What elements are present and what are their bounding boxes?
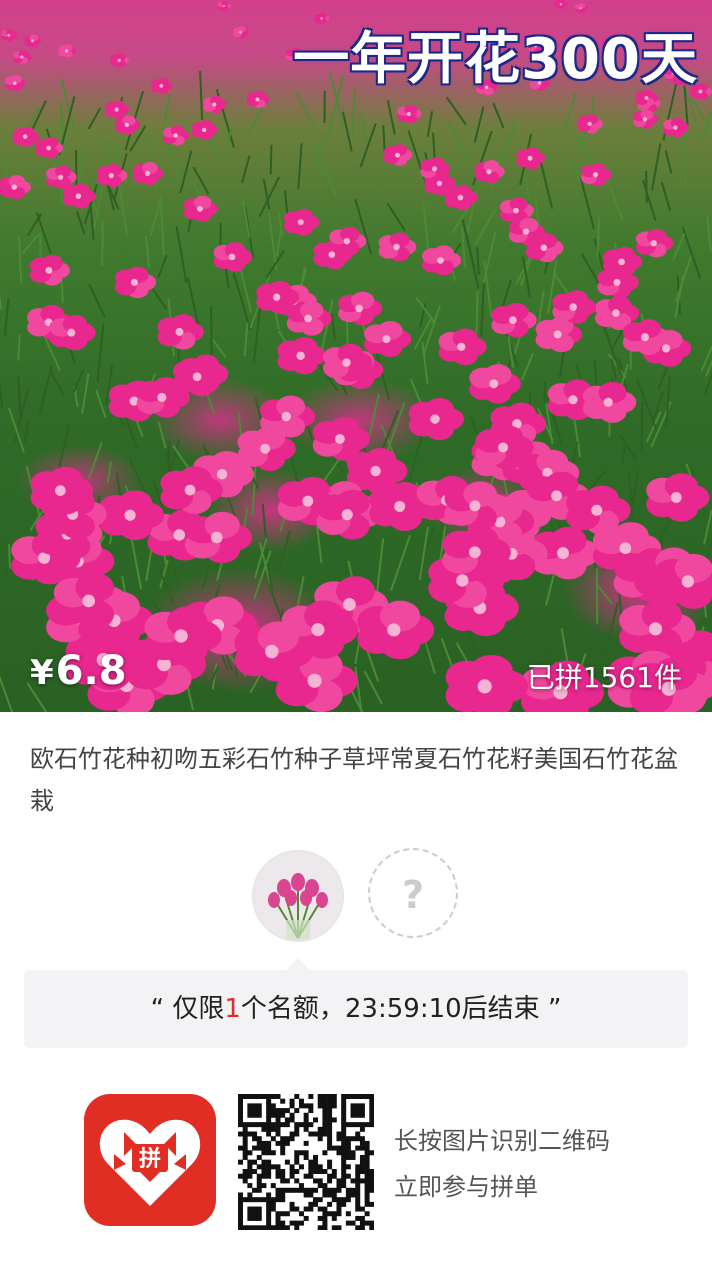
flower-field-image (0, 0, 712, 712)
price-label: ¥6.8 (30, 648, 127, 694)
sold-count: 已拼1561件 (526, 661, 682, 694)
qr-line-1: 长按图片识别二维码 (394, 1127, 610, 1155)
product-image: 一年开花300天 ¥6.8 已拼1561件 (0, 0, 712, 712)
qr-line-2: 立即参与拼单 (394, 1173, 538, 1201)
banner-title: 一年开花300天 (293, 27, 698, 92)
qr-code[interactable] (238, 1094, 375, 1231)
quota-notice: “ 仅限1个名额，23:59:10后结束 ” (24, 970, 688, 1048)
quota-count: 1 (224, 994, 241, 1024)
price-value: 6.8 (55, 648, 127, 694)
currency-symbol: ¥ (30, 653, 54, 693)
pinduoduo-logo-icon: 拼 (84, 1094, 216, 1226)
qr-instructions: 长按图片识别二维码 立即参与拼单 (394, 1118, 610, 1210)
svg-text:拼: 拼 (139, 1146, 161, 1172)
question-mark-icon: ? (368, 848, 458, 938)
user-avatar[interactable] (252, 850, 344, 942)
product-title: 欧石竹花种初吻五彩石竹种子草坪常夏石竹花籽美国石竹花盆栽 (30, 745, 678, 815)
